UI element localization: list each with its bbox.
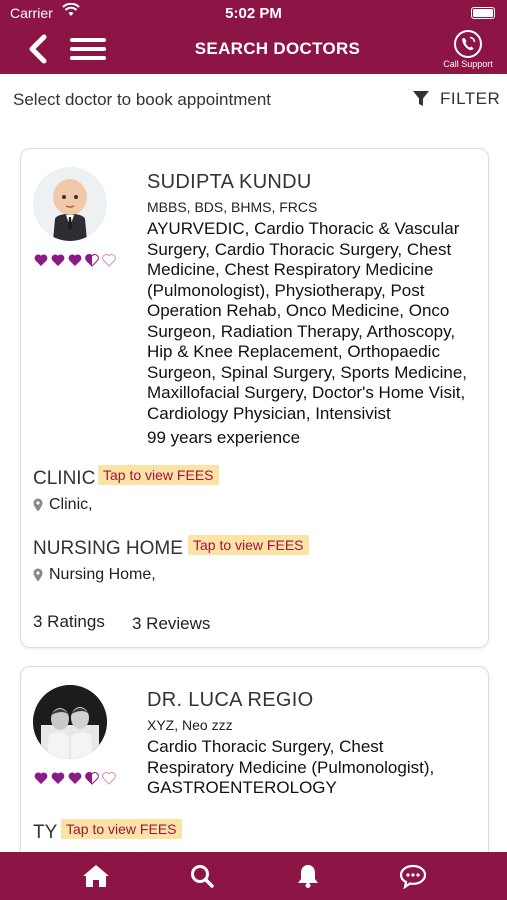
doctor-qualifications: MBBS, BDS, BHMS, FRCS xyxy=(147,199,318,215)
top-nav-bar: SEARCH DOCTORS Call Support xyxy=(0,28,507,74)
subheader: Select doctor to book appointment FILTER xyxy=(0,74,507,124)
clinic-title: CLINIC xyxy=(33,468,96,489)
ratings-count[interactable]: 3 Ratings xyxy=(33,612,105,632)
notifications-tab[interactable] xyxy=(294,863,322,889)
status-time: 5:02 PM xyxy=(225,5,282,22)
heart-icon xyxy=(51,254,65,266)
filter-label: FILTER xyxy=(440,89,501,108)
filter-button[interactable]: FILTER xyxy=(412,89,500,109)
phone-icon xyxy=(454,30,482,58)
search-icon xyxy=(191,865,214,888)
status-bar: Carrier 5:02 PM xyxy=(0,0,507,28)
bottom-tab-bar xyxy=(0,852,507,900)
search-tab[interactable] xyxy=(189,863,217,889)
location-pin-icon xyxy=(33,498,43,512)
doctor-card[interactable]: SUDIPTA KUNDU MBBS, BDS, BHMS, FRCS AYUR… xyxy=(20,148,489,648)
speciality-line: Surgeon, Radiation Therapy, Arthoscopy, xyxy=(147,321,456,341)
heart-icon xyxy=(34,254,48,266)
speciality-line: Surgeon, Spinal Surgery, Sports Medicine… xyxy=(147,362,468,382)
home-icon xyxy=(83,865,109,887)
doctor-specialities: AYURVEDIC, Cardio Thoracic & Vascular Su… xyxy=(147,219,487,424)
page-title: SEARCH DOCTORS xyxy=(194,39,361,58)
speciality-line: Operation Rehab, Onco Medicine, Onco xyxy=(147,301,450,320)
speciality-line: Cardio Thoracic Surgery, Chest xyxy=(147,737,384,756)
nursing-home-title: NURSING HOME xyxy=(33,538,183,559)
battery-icon xyxy=(471,7,495,19)
clinic-location: Clinic, xyxy=(33,496,93,514)
nursing-home-fees-button[interactable]: Tap to view FEES xyxy=(188,535,309,555)
bell-icon xyxy=(298,865,318,888)
nursing-home-location-text: Nursing Home, xyxy=(49,566,156,583)
doctor-avatar xyxy=(33,167,107,241)
speciality-line: Cardiology Physician, Intensivist xyxy=(147,403,391,423)
call-support-button[interactable]: Call Support xyxy=(436,28,500,74)
nursing-home-location: Nursing Home, xyxy=(33,566,156,584)
instruction-text: Select doctor to book appointment xyxy=(13,90,271,109)
rating-hearts xyxy=(34,771,124,785)
chat-icon xyxy=(399,864,427,890)
home-tab[interactable] xyxy=(82,863,110,889)
clinic-fees-button[interactable]: Tap to view FEES xyxy=(98,465,219,485)
speciality-line: Maxillofacial Surgery, Doctor's Home Vis… xyxy=(147,383,466,402)
clinic-title: TY xyxy=(33,822,58,843)
heart-outline-icon xyxy=(102,254,116,267)
heart-icon xyxy=(34,772,48,784)
clinic-location-text: Clinic, xyxy=(49,496,93,513)
clinic-fees-button[interactable]: Tap to view FEES xyxy=(61,819,182,839)
call-support-label: Call Support xyxy=(443,59,493,69)
heart-icon xyxy=(51,772,65,784)
chat-tab[interactable] xyxy=(399,863,427,890)
heart-outline-icon xyxy=(102,772,116,785)
speciality-line: Respiratory Medicine (Pulmonologist), xyxy=(147,757,435,777)
doctor-name: SUDIPTA KUNDU xyxy=(147,171,312,193)
speciality-line: (Pulmonologist), Physiotherapy, Post xyxy=(147,280,425,300)
location-pin-icon xyxy=(33,568,43,582)
filter-icon xyxy=(413,91,429,106)
doctor-avatar xyxy=(33,685,107,759)
speciality-line: AYURVEDIC, Cardio Thoracic & Vascular xyxy=(147,219,460,238)
reviews-count[interactable]: 3 Reviews xyxy=(132,614,210,634)
doctor-qualifications: XYZ, Neo zzz xyxy=(147,717,233,733)
doctor-specialities: Cardio Thoracic Surgery, Chest Respirato… xyxy=(147,737,487,799)
rating-hearts xyxy=(34,253,124,267)
heart-icon xyxy=(68,772,82,784)
speciality-line: Surgery, Cardio Thoracic Surgery, Chest xyxy=(147,239,452,259)
doctor-name: DR. LUCA REGIO xyxy=(147,689,314,711)
doctor-experience: 99 years experience xyxy=(147,428,301,447)
speciality-line: GASTROENTEROLOGY xyxy=(147,778,337,797)
speciality-line: Medicine, Chest Respiratory Medicine xyxy=(147,260,434,279)
speciality-line: Hip & Knee Replacement, Orthopaedic xyxy=(147,342,440,361)
heart-icon xyxy=(68,254,82,266)
